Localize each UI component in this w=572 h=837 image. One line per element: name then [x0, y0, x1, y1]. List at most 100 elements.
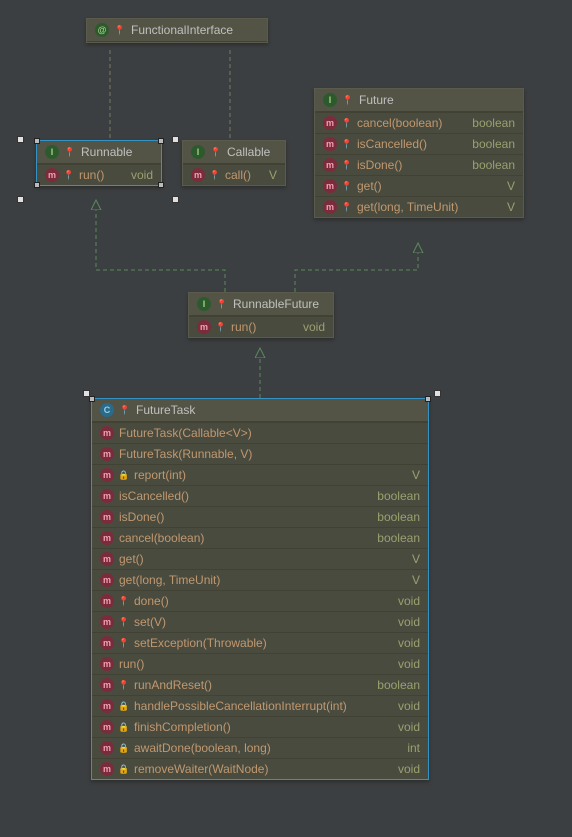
node-functional-interface[interactable]: @ 📍 FunctionalInterface	[86, 18, 268, 43]
node-future-task[interactable]: C 📍 FutureTask mFutureTask(Callable<V>)m…	[91, 398, 429, 780]
member-row[interactable]: m📍run()void	[37, 164, 161, 185]
node-title: Runnable	[81, 145, 132, 159]
member-row[interactable]: mrun()void	[92, 653, 428, 674]
member-return: V	[507, 179, 515, 193]
selection-handle[interactable]	[83, 390, 90, 397]
member-row[interactable]: m🔒report(int)V	[92, 464, 428, 485]
selection-handle[interactable]	[158, 138, 164, 144]
member-name: isDone()	[119, 510, 164, 524]
member-list: m 📍 cancel(boolean) boolean m 📍 isCancelled() b…	[315, 112, 523, 217]
member-name: report(int)	[134, 468, 186, 482]
member-name: isCancelled()	[357, 137, 427, 151]
interface-icon: I	[323, 93, 337, 107]
member-row[interactable]: mFutureTask(Runnable, V)	[92, 443, 428, 464]
selection-handle[interactable]	[425, 396, 431, 402]
node-future[interactable]: I 📍 Future m 📍 cancel(boolean) boolean m 📍 isC…	[314, 88, 524, 218]
member-name: FutureTask(Callable<V>)	[119, 426, 252, 440]
member-name: cancel(boolean)	[357, 116, 442, 130]
selection-handle[interactable]	[172, 136, 179, 143]
member-row[interactable]: m🔒awaitDone(boolean, long)int	[92, 737, 428, 758]
member-return: V	[412, 573, 420, 587]
member-row[interactable]: misDone()boolean	[92, 506, 428, 527]
pin-icon: 📍	[342, 118, 352, 128]
modifier-icon: 📍	[217, 299, 227, 309]
method-icon: m	[100, 468, 114, 482]
member-list: mFutureTask(Callable<V>)mFutureTask(Runn…	[92, 422, 428, 779]
selection-handle[interactable]	[172, 196, 179, 203]
selection-handle[interactable]	[434, 390, 441, 397]
member-name: FutureTask(Runnable, V)	[119, 447, 252, 461]
method-icon: m	[100, 657, 114, 671]
selection-handle[interactable]	[158, 182, 164, 188]
method-icon: m	[191, 168, 205, 182]
member-name: setException(Throwable)	[134, 636, 267, 650]
method-icon: m	[100, 636, 114, 650]
class-icon: C	[100, 403, 114, 417]
lock-icon: 🔒	[119, 470, 129, 480]
node-header: I 📍 Runnable	[37, 141, 161, 164]
selection-handle[interactable]	[34, 138, 40, 144]
member-row[interactable]: m📍done()void	[92, 590, 428, 611]
member-row[interactable]: m📍call()V	[183, 164, 285, 185]
member-return: void	[398, 699, 420, 713]
member-name: call()	[225, 168, 251, 182]
member-name: run()	[79, 168, 104, 182]
node-header: @ 📍 FunctionalInterface	[87, 19, 267, 42]
member-row[interactable]: m📍set(V)void	[92, 611, 428, 632]
method-icon: m	[100, 699, 114, 713]
selection-handle[interactable]	[17, 196, 24, 203]
member-row[interactable]: mcancel(boolean)boolean	[92, 527, 428, 548]
node-title: Callable	[227, 145, 270, 159]
pin-icon: 📍	[119, 680, 129, 690]
member-row[interactable]: m📍setException(Throwable)void	[92, 632, 428, 653]
node-callable[interactable]: I 📍 Callable m📍call()V	[182, 140, 286, 186]
node-runnable-future[interactable]: I 📍 RunnableFuture m📍run()void	[188, 292, 334, 338]
member-row[interactable]: m📍isCancelled()boolean	[315, 133, 523, 154]
member-row[interactable]: m🔒handlePossibleCancellationInterrupt(in…	[92, 695, 428, 716]
member-return: boolean	[472, 137, 515, 151]
diagram-canvas[interactable]: @ 📍 FunctionalInterface I 📍 Runnable m📍r…	[0, 0, 572, 837]
method-icon: m	[100, 594, 114, 608]
method-icon: m	[197, 320, 211, 334]
member-return: void	[303, 320, 325, 334]
pin-icon: 📍	[342, 139, 352, 149]
member-return: boolean	[472, 158, 515, 172]
node-header: I 📍 Future	[315, 89, 523, 112]
member-row[interactable]: m📍get(long, TimeUnit)V	[315, 196, 523, 217]
selection-handle[interactable]	[17, 136, 24, 143]
modifier-icon: 📍	[211, 147, 221, 157]
member-return: int	[407, 741, 420, 755]
member-name: set(V)	[134, 615, 166, 629]
member-name: get(long, TimeUnit)	[119, 573, 220, 587]
node-runnable[interactable]: I 📍 Runnable m📍run()void	[36, 140, 162, 186]
member-row[interactable]: m🔒finishCompletion()void	[92, 716, 428, 737]
member-row[interactable]: m FutureTask(Callable<V>)	[92, 422, 428, 443]
member-row[interactable]: mget(long, TimeUnit)V	[92, 569, 428, 590]
method-icon: m	[100, 489, 114, 503]
member-return: void	[398, 594, 420, 608]
interface-icon: I	[45, 145, 59, 159]
member-row[interactable]: mget()V	[92, 548, 428, 569]
member-name: finishCompletion()	[134, 720, 231, 734]
member-row[interactable]: m📍get()V	[315, 175, 523, 196]
node-header: I 📍 RunnableFuture	[189, 293, 333, 316]
member-return: V	[412, 552, 420, 566]
member-row[interactable]: m📍isDone()boolean	[315, 154, 523, 175]
member-name: cancel(boolean)	[119, 531, 204, 545]
method-icon: m	[323, 179, 337, 193]
pin-icon: 📍	[342, 160, 352, 170]
method-icon: m	[100, 531, 114, 545]
member-return: V	[269, 168, 277, 182]
method-icon: m	[100, 426, 114, 440]
member-row[interactable]: m📍run()void	[189, 316, 333, 337]
member-row[interactable]: misCancelled()boolean	[92, 485, 428, 506]
member-row[interactable]: m📍runAndReset()boolean	[92, 674, 428, 695]
method-icon: m	[323, 116, 337, 130]
method-icon: m	[100, 552, 114, 566]
member-name: isDone()	[357, 158, 402, 172]
member-row[interactable]: m📍cancel(boolean)boolean	[315, 112, 523, 133]
method-icon: m	[100, 615, 114, 629]
method-icon: m	[100, 762, 114, 776]
member-row[interactable]: m🔒removeWaiter(WaitNode)void	[92, 758, 428, 779]
selection-handle[interactable]	[34, 182, 40, 188]
